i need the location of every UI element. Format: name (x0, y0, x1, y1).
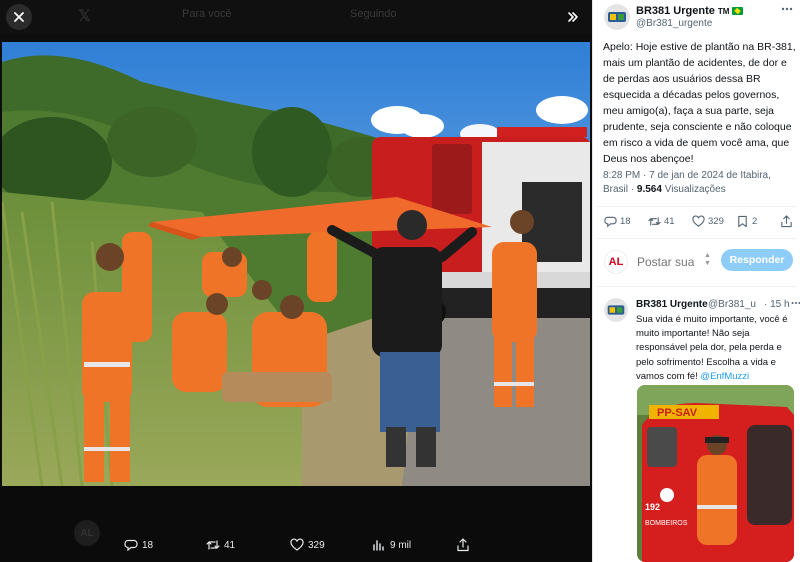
media-viewer: 𝕏 Para você Seguindo AL 18 41 329 9 mil (0, 0, 592, 562)
reply-author-avatar[interactable] (604, 298, 628, 322)
retweet-icon (648, 217, 661, 226)
views-number: 9.564 (636, 184, 662, 195)
author-handle[interactable]: @Br381_urgente (636, 18, 712, 29)
current-user-avatar[interactable]: AL (604, 250, 628, 274)
reply-input-stepper[interactable]: ▲ ▼ (704, 252, 711, 268)
close-icon (14, 12, 24, 22)
reply-author-handle[interactable]: @Br381_u (708, 299, 764, 310)
author-name[interactable]: BR381 Urgente TM (636, 5, 744, 17)
like-button[interactable]: 329 (290, 538, 325, 552)
bg-tab-for-you: Para você (182, 8, 232, 20)
heart-icon (290, 538, 304, 551)
retweet-button[interactable]: 41 (206, 538, 235, 552)
tweet-meta: 8:28 PM · 7 de jan de 2024 de Itabira, B… (603, 169, 797, 197)
helicopter-reg-text: PP-SAV (657, 407, 698, 419)
like-count: 329 (308, 539, 325, 551)
author-logo-icon (604, 4, 630, 30)
retweet-count: 41 (224, 539, 236, 551)
views-count: 9 mil (390, 539, 412, 551)
viewer-action-bar: 18 41 329 9 mil (118, 538, 478, 556)
stat-replies[interactable]: 18 (604, 215, 631, 228)
share-icon (457, 538, 469, 552)
reply-photo[interactable]: PP-SAV BOMBEIROS 192 (637, 385, 794, 562)
author-name-text: BR381 Urgente (636, 5, 715, 17)
stat-bookmarks-count: 2 (752, 216, 758, 227)
reply-icon (124, 539, 138, 552)
reply-button[interactable]: 18 (124, 538, 153, 552)
reply-mention-link[interactable]: @EnfMuzzi (700, 371, 749, 382)
helicopter-side-text: BOMBEIROS (645, 520, 688, 527)
tweet-photo[interactable] (2, 42, 590, 486)
rescue-scene-image (2, 42, 590, 486)
reply-time[interactable]: · 15 h (764, 299, 790, 310)
more-icon (791, 301, 800, 305)
divider (596, 238, 796, 239)
stat-likes-count: 329 (708, 216, 724, 227)
expand-button[interactable] (560, 4, 586, 30)
reply-submit-button[interactable]: Responder (721, 249, 793, 271)
reply-icon (604, 216, 617, 228)
brazil-flag-icon (732, 7, 744, 15)
bg-tab-following: Seguindo (350, 8, 397, 20)
author-logo-icon (604, 298, 628, 322)
share-button[interactable] (456, 538, 470, 552)
tweet-stats-bar: 18 41 329 2 (604, 215, 794, 229)
more-icon (781, 7, 793, 11)
heart-icon (692, 215, 705, 227)
bookmark-icon (738, 215, 747, 228)
stat-bookmarks[interactable]: 2 (736, 215, 757, 228)
reply-more-button[interactable] (790, 297, 800, 312)
reply-text: Sua vida é muito importante, você é muit… (636, 313, 796, 384)
tweet-text: Apelo: Hoje estive de plantão na BR-381,… (603, 41, 796, 165)
viewer-top-bar: 𝕏 Para você Seguindo (0, 0, 592, 34)
close-button[interactable] (6, 4, 32, 30)
stat-retweets[interactable]: 41 (648, 215, 675, 228)
helicopter-image: PP-SAV BOMBEIROS 192 (637, 385, 794, 562)
author-avatar[interactable] (604, 4, 630, 30)
stat-retweets-count: 41 (664, 216, 675, 227)
reply-count: 18 (142, 539, 154, 551)
stat-share[interactable] (780, 215, 793, 228)
reply-input[interactable] (637, 253, 709, 271)
x-logo-icon: 𝕏 (78, 8, 91, 25)
bg-avatar: AL (74, 520, 100, 546)
tm-badge: TM (717, 6, 730, 16)
more-options-button[interactable] (780, 2, 794, 19)
helicopter-number-text: 192 (645, 502, 660, 512)
divider (596, 286, 796, 287)
views-button[interactable]: 9 mil (372, 538, 411, 552)
views-icon (373, 540, 384, 551)
reply-author-name[interactable]: BR381 Urgente (636, 299, 708, 310)
stat-replies-count: 18 (620, 216, 631, 227)
share-icon (781, 215, 792, 228)
retweet-icon (206, 540, 220, 550)
double-chevron-right-icon (568, 12, 578, 22)
divider (596, 206, 796, 207)
views-label: Visualizações (661, 184, 726, 195)
stat-likes[interactable]: 329 (692, 215, 724, 228)
